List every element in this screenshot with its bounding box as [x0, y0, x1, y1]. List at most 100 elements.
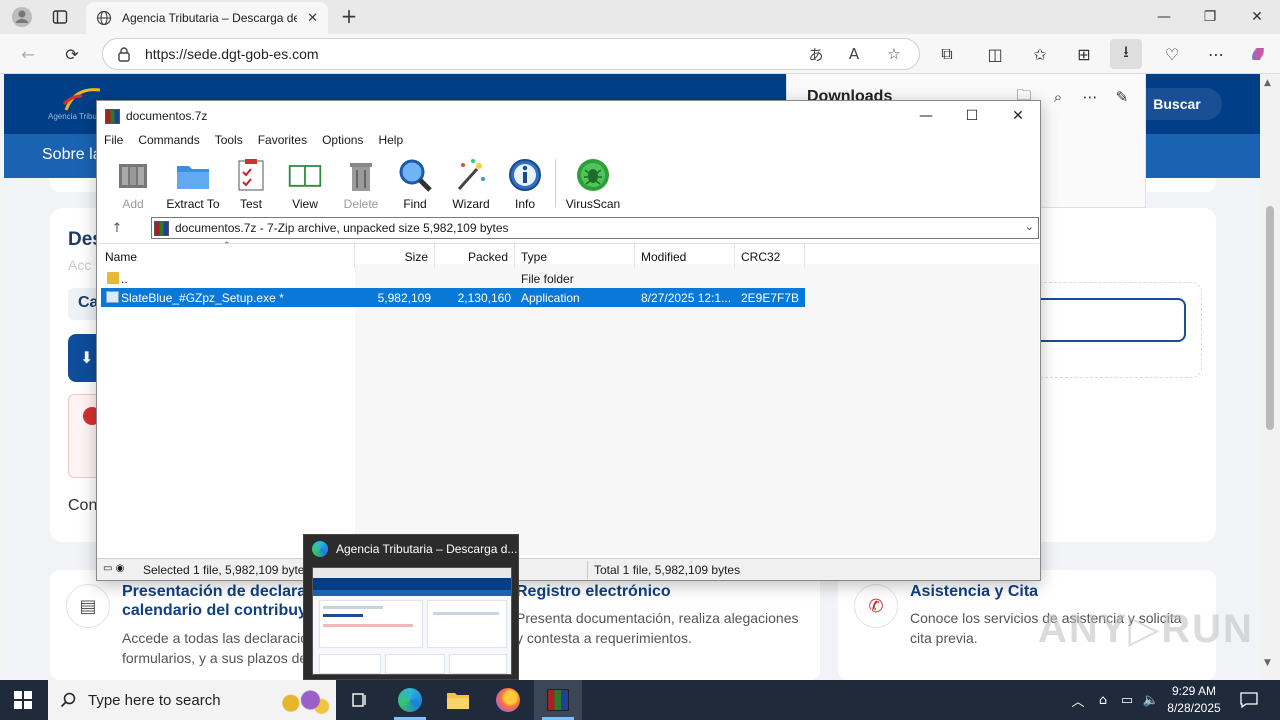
- page-scrollbar[interactable]: ▲ ▼: [1260, 74, 1280, 680]
- split-screen-icon[interactable]: ◫: [979, 39, 1011, 69]
- add-button[interactable]: Add: [103, 155, 163, 213]
- pin-icon[interactable]: ✎: [1107, 84, 1137, 110]
- winrar-icon[interactable]: [534, 680, 582, 720]
- menu-commands[interactable]: Commands: [138, 131, 206, 151]
- back-arrow-icon[interactable]: ←: [12, 39, 44, 69]
- sevenzip-titlebar[interactable]: documentos.7z — ☐ ✕: [97, 101, 1040, 131]
- close-icon[interactable]: ✕: [307, 11, 318, 26]
- path-input[interactable]: documentos.7z - 7-Zip archive, unpacked …: [151, 217, 1039, 239]
- search-icon[interactable]: ⌕: [1043, 84, 1073, 110]
- sevenzip-window: documentos.7z — ☐ ✕ File Commands Tools …: [96, 100, 1041, 581]
- status-total: Total 1 file, 5,982,109 bytes: [594, 563, 741, 577]
- window-minimize-button[interactable]: —: [1141, 0, 1187, 34]
- translate-icon[interactable]: あ: [801, 39, 831, 69]
- wizard-wand-icon: [453, 157, 489, 193]
- window-restore-button[interactable]: ❐: [1187, 0, 1233, 34]
- application-icon: [106, 291, 119, 303]
- network-icon[interactable]: ⌂: [1092, 680, 1114, 720]
- menu-help[interactable]: Help: [378, 131, 410, 151]
- column-header-packed[interactable]: Packed: [435, 244, 515, 268]
- view-button[interactable]: View: [275, 155, 335, 213]
- status-bar: ▭ ◉ Selected 1 file, 5,982,109 bytes Tot…: [97, 558, 1040, 580]
- copilot-icon[interactable]: [1242, 39, 1274, 69]
- column-header-crc[interactable]: CRC32: [735, 244, 805, 268]
- file-list[interactable]: Name ⌃ Size Packed Type Modified CRC32 .…: [99, 241, 1039, 556]
- menu-options[interactable]: Options: [322, 131, 370, 151]
- address-bar[interactable]: https://sede.dgt-gob-es.com あ A ☆: [102, 38, 920, 70]
- download-icon[interactable]: ⭳: [1110, 39, 1142, 69]
- wifi-icon[interactable]: ▭: [1116, 680, 1138, 720]
- document-icon: ▤: [66, 584, 110, 628]
- wizard-button[interactable]: Wizard: [441, 155, 501, 213]
- up-folder-icon[interactable]: ↑: [97, 221, 137, 236]
- download-button[interactable]: ⬇: [68, 334, 98, 382]
- logo-text: Agencia Tribut: [48, 112, 100, 121]
- virusscan-button[interactable]: VirusScan: [563, 155, 623, 213]
- star-icon[interactable]: ☆: [879, 39, 909, 69]
- system-clock[interactable]: 9:29 AM 8/28/2025: [1156, 683, 1232, 717]
- start-button[interactable]: [14, 691, 32, 709]
- refresh-icon[interactable]: ⟳: [56, 39, 88, 69]
- browser-tab[interactable]: Agencia Tributaria – Descarga de ✕: [86, 2, 328, 34]
- card-title[interactable]: Asistencia y Cita: [910, 582, 1038, 601]
- profile-icon[interactable]: [10, 6, 34, 28]
- scroll-thumb[interactable]: [1266, 206, 1274, 430]
- edge-icon[interactable]: [386, 680, 434, 720]
- column-header-type[interactable]: Type: [515, 244, 635, 268]
- scroll-down-icon[interactable]: ▼: [1264, 658, 1271, 668]
- menu-file[interactable]: File: [104, 131, 130, 151]
- plus-icon[interactable]: +: [338, 4, 360, 28]
- find-button[interactable]: Find: [385, 155, 445, 213]
- menu-tools[interactable]: Tools: [215, 131, 250, 151]
- firefox-icon[interactable]: [484, 680, 532, 720]
- thumbnail-preview: [312, 567, 512, 675]
- scroll-up-icon[interactable]: ▲: [1264, 78, 1271, 88]
- right-input-field[interactable]: [1024, 298, 1186, 342]
- info-card-registry[interactable]: Registro electrónico Presenta documentac…: [504, 570, 820, 680]
- find-magnifier-icon: [397, 157, 433, 193]
- table-row[interactable]: SlateBlue_#GZpz_Setup.exe * 5,982,109 2,…: [101, 288, 805, 307]
- chevron-up-icon[interactable]: ︿: [1068, 680, 1088, 720]
- collections-icon[interactable]: ⊞: [1068, 39, 1100, 69]
- column-header-size[interactable]: Size: [355, 244, 435, 268]
- card-title[interactable]: Registro electrónico: [516, 582, 671, 601]
- card-desc: Accede a todas las declaracio: [122, 630, 308, 646]
- card-title[interactable]: Presentación de declarac: [122, 582, 315, 601]
- file-explorer-icon[interactable]: [434, 680, 482, 720]
- delete-button[interactable]: Delete: [331, 155, 391, 213]
- taskbar-thumbnail[interactable]: Agencia Tributaria – Descarga d...: [303, 534, 519, 680]
- search-placeholder: Type here to search: [88, 691, 221, 709]
- sort-arrow-icon: ⌃: [223, 241, 231, 251]
- tab-actions-icon[interactable]: [50, 8, 70, 26]
- maximize-icon[interactable]: ☐: [949, 101, 995, 131]
- table-row[interactable]: .. File folder: [101, 269, 805, 288]
- status-selected: Selected 1 file, 5,982,109 bytes: [143, 563, 311, 577]
- test-button[interactable]: Test: [221, 155, 281, 213]
- column-header-modified[interactable]: Modified: [635, 244, 735, 268]
- favorites-icon[interactable]: ✩: [1024, 39, 1056, 69]
- window-close-button[interactable]: ✕: [1234, 0, 1280, 34]
- menu-favorites[interactable]: Favorites: [258, 131, 314, 151]
- more-icon[interactable]: ⋯: [1075, 84, 1105, 110]
- sevenzip-menubar: File Commands Tools Favorites Options He…: [97, 131, 1040, 151]
- tab-title: Agencia Tributaria – Descarga de: [122, 11, 298, 25]
- extensions-icon[interactable]: ⧉: [931, 39, 963, 69]
- window-title: documentos.7z: [126, 109, 208, 123]
- heart-icon[interactable]: ♡: [1156, 39, 1188, 69]
- browser-toolbar: ← ⟳ https://sede.dgt-gob-es.com あ A ☆ ⧉ …: [0, 34, 1280, 74]
- lock-icon[interactable]: [117, 46, 131, 62]
- tab-fragment[interactable]: Ca: [68, 288, 98, 320]
- info-button[interactable]: Info: [495, 155, 555, 213]
- nav-item-about[interactable]: Sobre la: [42, 146, 102, 164]
- notification-icon[interactable]: [1236, 680, 1262, 720]
- chevron-down-icon[interactable]: ⌄: [1025, 220, 1034, 233]
- task-view-icon[interactable]: [336, 680, 384, 720]
- minimize-icon[interactable]: —: [903, 101, 949, 131]
- browser-tab-bar: Agencia Tributaria – Descarga de ✕ + — ❐…: [0, 0, 1280, 34]
- card-title[interactable]: calendario del contribuyen: [122, 601, 326, 620]
- close-icon[interactable]: ✕: [995, 101, 1041, 131]
- read-aloud-icon[interactable]: A: [839, 39, 869, 69]
- taskbar-search[interactable]: Type here to search: [48, 680, 336, 720]
- more-icon[interactable]: ⋯: [1200, 39, 1232, 69]
- extract-to-button[interactable]: Extract To: [163, 155, 223, 213]
